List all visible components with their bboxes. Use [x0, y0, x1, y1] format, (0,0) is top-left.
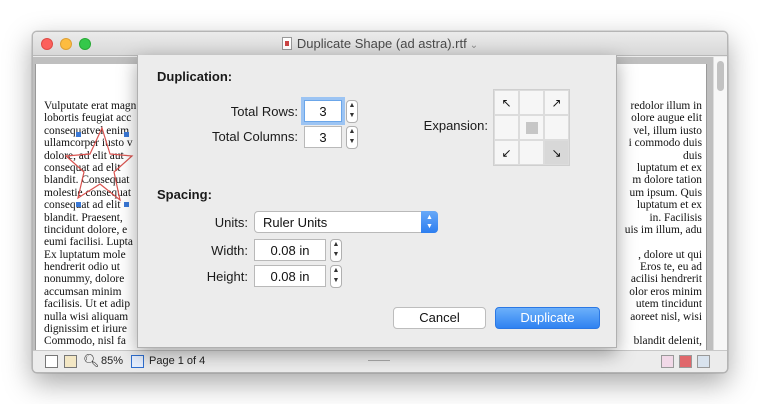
star-outline [64, 126, 134, 202]
expansion-top-right[interactable]: ↗ [544, 90, 569, 115]
expansion-middle-left[interactable] [494, 115, 519, 140]
document-line: aoreet nisl, wisi [630, 310, 702, 323]
expansion-top-left[interactable]: ↖ [494, 90, 519, 115]
duplicate-shape-dialog: Duplication: Total Rows: 3 ▲ ▼ Total Colu… [137, 55, 617, 348]
window-title: Duplicate Shape (ad astra).rtf [296, 36, 467, 51]
document-line: , dolore ut qui [638, 248, 702, 261]
page-indicator[interactable]: Page 1 of 4 [149, 355, 205, 367]
expansion-center[interactable] [519, 115, 544, 140]
star-shape[interactable] [62, 124, 134, 210]
expansion-bottom-left[interactable]: ↙ [494, 140, 519, 165]
document-line: olor eros minim [629, 285, 702, 298]
document-line: duis [683, 149, 702, 162]
title-chevron-icon[interactable]: ⌄ [470, 40, 478, 51]
document-line: luptatum et ex [636, 161, 702, 174]
window-title-area: Duplicate Shape (ad astra).rtf ⌄ [33, 36, 727, 51]
height-field[interactable]: 0.08 in [254, 265, 326, 287]
clipboard-icon[interactable] [64, 355, 77, 368]
page-icon [131, 355, 144, 368]
document-line: luptatum et ex [636, 199, 702, 212]
document-line: olore augue elit [631, 112, 702, 125]
title-bar[interactable]: Duplicate Shape (ad astra).rtf ⌄ [33, 32, 727, 56]
expansion-grid[interactable]: ↖ ↗ ↙ ↘ [493, 89, 570, 166]
expansion-middle-right[interactable] [544, 115, 569, 140]
select-chevron-icon: ▲ ▼ [421, 211, 438, 233]
vertical-scrollbar[interactable] [713, 57, 727, 350]
selection-handle-bottom-left [76, 202, 81, 207]
document-line: m dolore tation [632, 174, 702, 187]
document-line: i commodo duis [628, 137, 702, 150]
arrow-up-right-icon: ↗ [551, 95, 562, 110]
center-square-icon [525, 121, 538, 134]
duplication-section-title: Duplication: [157, 69, 233, 84]
expansion-bottom-right[interactable]: ↘ [544, 140, 569, 165]
expansion-bottom-center[interactable] [519, 140, 544, 165]
selection-handle-top-left [76, 132, 81, 137]
document-line: Eros te, eu ad [640, 261, 702, 274]
resize-grip[interactable] [368, 360, 390, 361]
rtf-document-icon [281, 37, 292, 50]
status-bar: 🔍︎ 85% Page 1 of 4 [33, 350, 727, 372]
magnifier-icon[interactable]: 🔍︎ [83, 353, 100, 369]
width-stepper[interactable]: ▲ ▼ [330, 239, 342, 262]
duplicate-button[interactable]: Duplicate [495, 307, 600, 329]
height-label: Height: [206, 269, 248, 284]
width-field[interactable]: 0.08 in [254, 239, 326, 261]
document-line: redolor illum in [630, 100, 703, 112]
document-line: um ipsum. Quis [629, 186, 702, 199]
document-line: utem tincidunt [635, 298, 702, 311]
scrollbar-thumb[interactable] [717, 61, 724, 91]
total-rows-label: Total Rows: [230, 104, 298, 119]
document-line: in. Facilisis [649, 211, 702, 224]
cancel-button[interactable]: Cancel [393, 307, 486, 329]
width-label: Width: [211, 243, 248, 258]
total-rows-field[interactable]: 3 [304, 100, 342, 122]
total-columns-field[interactable]: 3 [304, 126, 342, 148]
document-line: acilisi hendrerit [630, 273, 702, 286]
total-columns-stepper[interactable]: ▲ ▼ [346, 126, 358, 149]
view-mode-icon-1[interactable] [661, 355, 674, 368]
total-columns-label: Total Columns: [212, 129, 298, 144]
arrow-down-right-icon: ↘ [551, 145, 562, 160]
selection-handle-bottom-right [124, 202, 129, 207]
spacing-section-title: Spacing: [157, 187, 212, 202]
zoom-level[interactable]: 85% [101, 355, 123, 367]
document-line: vel, illum iusto [633, 124, 702, 137]
selection-handle-top-right [124, 132, 129, 137]
units-label: Units: [214, 215, 248, 230]
expansion-label: Expansion: [423, 118, 488, 133]
units-select[interactable]: Ruler Units ▲ ▼ [254, 211, 438, 233]
height-stepper[interactable]: ▲ ▼ [330, 265, 342, 288]
total-rows-stepper[interactable]: ▲ ▼ [346, 100, 358, 123]
arrow-up-left-icon: ↖ [501, 95, 512, 110]
document-line: uis im illum, adu [624, 223, 702, 236]
units-selected-value: Ruler Units [263, 215, 328, 230]
view-mode-icon-3[interactable] [697, 355, 710, 368]
document-text-right[interactable]: redolor illum in olore augue elit vel, ill… [612, 100, 702, 348]
document-line: blandit delenit, [633, 335, 702, 348]
arrow-down-left-icon: ↙ [501, 145, 512, 160]
view-mode-icon-2[interactable] [679, 355, 692, 368]
expansion-top-center[interactable] [519, 90, 544, 115]
page-layout-icon[interactable] [45, 355, 58, 368]
